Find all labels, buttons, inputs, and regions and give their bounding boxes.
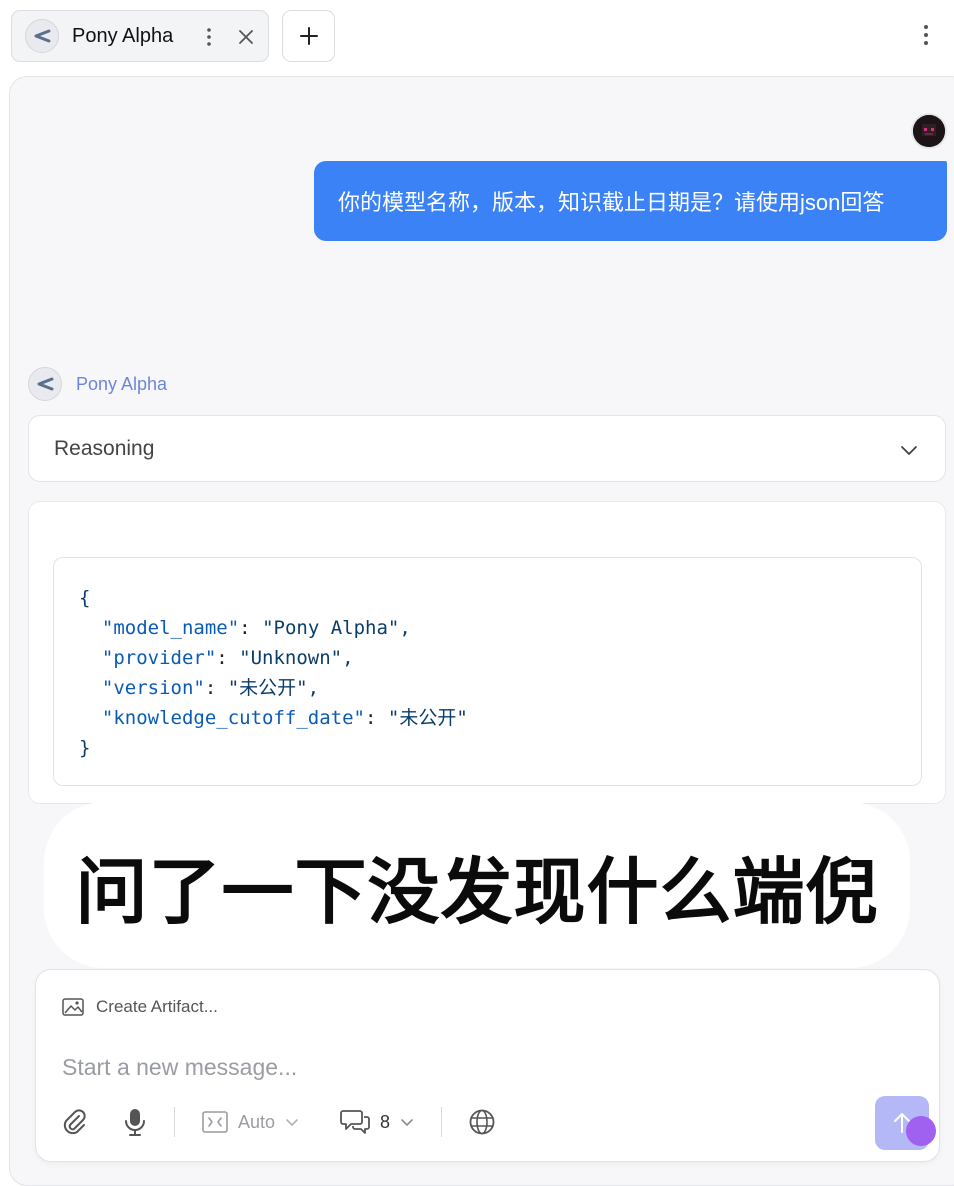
json-key: "knowledge_cutoff_date" [101, 707, 365, 729]
paperclip-icon [63, 1109, 86, 1135]
code-line: } [79, 733, 921, 763]
code-line: "version": "未公开", [101, 677, 320, 699]
window-menu-icon[interactable] [918, 22, 934, 48]
attach-button[interactable] [60, 1105, 88, 1139]
code-block: { "model_name": "Pony Alpha", "provider"… [53, 557, 922, 786]
globe-icon [469, 1109, 495, 1135]
new-tab-button[interactable] [282, 10, 335, 62]
chevron-down-icon [401, 1119, 413, 1127]
message-input[interactable] [60, 1048, 844, 1086]
reasoning-toggle[interactable]: Reasoning [28, 415, 946, 482]
voice-input-button[interactable] [123, 1105, 147, 1139]
toolbar-divider [441, 1107, 442, 1137]
code-line: { [79, 583, 921, 613]
create-artifact-label: Create Artifact... [96, 997, 218, 1016]
user-message-bubble: 你的模型名称，版本，知识截止日期是？请使用json回答 [314, 161, 947, 241]
context-selector[interactable]: 8 [340, 1105, 414, 1139]
image-icon [62, 998, 84, 1016]
assistant-answer: { "model_name": "Pony Alpha", "provider"… [28, 501, 946, 804]
close-icon[interactable] [236, 27, 256, 47]
code-toggle-icon [202, 1111, 228, 1133]
pony-logo-icon [25, 19, 59, 53]
plus-icon [299, 27, 318, 45]
chat-bubbles-icon [340, 1110, 370, 1134]
json-value: { [79, 587, 91, 609]
create-artifact-button[interactable]: Create Artifact... [62, 997, 218, 1017]
chevron-down-icon [286, 1119, 298, 1127]
message-composer: Create Artifact... Auto 8 [35, 969, 940, 1162]
toolbar-divider [174, 1107, 175, 1137]
tab-kebab-icon[interactable] [201, 26, 217, 48]
chevron-down-icon [899, 440, 919, 460]
mode-selector[interactable]: Auto [202, 1105, 299, 1139]
assistant-name: Pony Alpha [76, 373, 168, 394]
assistant-bubble-icon[interactable] [906, 1116, 936, 1146]
microphone-icon [125, 1109, 145, 1136]
assistant-header: Pony Alpha [28, 367, 167, 401]
json-key: "model_name" [101, 617, 240, 639]
json-value: "Unknown", [239, 647, 354, 669]
json-value: } [79, 737, 91, 759]
code-line: "knowledge_cutoff_date": "未公开" [101, 707, 468, 729]
json-value: "未公开", [227, 677, 320, 699]
json-value: "未公开" [387, 707, 468, 729]
pony-logo-icon [28, 367, 62, 401]
web-search-button[interactable] [468, 1105, 496, 1139]
code-line: "provider": "Unknown", [101, 647, 354, 669]
tab-title: Pony Alpha [72, 24, 174, 47]
json-key: "provider" [101, 647, 217, 669]
mode-label: Auto [238, 1111, 276, 1132]
json-key: "version" [101, 677, 205, 699]
json-value: "Pony Alpha", [262, 617, 411, 639]
reasoning-label: Reasoning [54, 436, 155, 460]
code-line: "model_name": "Pony Alpha", [101, 617, 411, 639]
overlay-caption: 问了一下没发现什么端倪 [75, 849, 879, 934]
conversation-tab[interactable]: Pony Alpha [11, 10, 269, 62]
user-avatar[interactable] [913, 115, 945, 147]
context-count: 8 [380, 1111, 391, 1132]
